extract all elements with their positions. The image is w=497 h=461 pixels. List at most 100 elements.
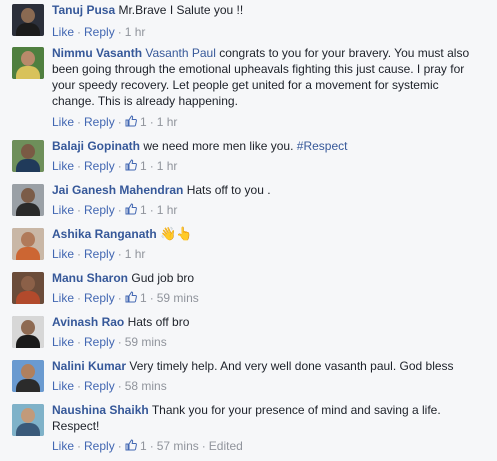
separator: · [77,25,82,39]
separator: · [117,291,122,305]
timestamp[interactable]: 1 hr [125,25,146,39]
like-link[interactable]: Like [52,159,74,173]
reply-link[interactable]: Reply [84,159,115,173]
comment-text: Ashika Ranganath 👋👆 [52,226,482,242]
like-count-value: 1 [140,291,147,305]
comment-body: we need more men like you. [143,139,297,153]
like-count-value: 1 [140,159,147,173]
hashtag-link[interactable]: #Respect [297,139,348,153]
comment-author[interactable]: Balaji Gopinath [52,139,140,153]
avatar[interactable] [12,47,44,79]
timestamp[interactable]: 59 mins [125,335,167,349]
comment-author[interactable]: Avinash Rao [52,315,124,329]
comment-author[interactable]: Nimmu Vasanth [52,46,142,60]
avatar[interactable] [12,184,44,216]
comment-body: Hats off to you . [186,183,271,197]
mention-link[interactable]: Vasanth Paul [145,46,216,60]
like-link[interactable]: Like [52,439,74,453]
avatar[interactable] [12,316,44,348]
like-link[interactable]: Like [52,203,74,217]
comment-author[interactable]: Jai Ganesh Mahendran [52,183,183,197]
like-link[interactable]: Like [52,335,74,349]
comment-author[interactable]: Ashika Ranganath [52,227,157,241]
comment-actions: Like · Reply · 59 mins [52,334,167,350]
like-count[interactable]: 1 [125,159,147,173]
avatar[interactable] [12,140,44,172]
timestamp[interactable]: 1 hr [157,203,178,217]
separator: · [77,335,82,349]
avatar[interactable] [12,404,44,436]
like-link[interactable]: Like [52,291,74,305]
reply-link[interactable]: Reply [84,247,115,261]
comment-author[interactable]: Naushina Shaikh [52,403,149,417]
like-count[interactable]: 1 [125,115,147,129]
emoji-wave-icon: 👋👆 [160,226,193,241]
timestamp[interactable]: 1 hr [157,159,178,173]
thumbs-up-icon [125,439,137,451]
like-link[interactable]: Like [52,379,74,393]
reply-link[interactable]: Reply [84,203,115,217]
comment-body: Gud job bro [131,271,195,285]
timestamp[interactable]: 1 hr [157,115,178,129]
like-count-value: 1 [140,115,147,129]
reply-link[interactable]: Reply [84,115,115,129]
avatar[interactable] [12,228,44,260]
timestamp[interactable]: 58 mins [125,379,167,393]
reply-link[interactable]: Reply [84,439,115,453]
comment-body: Hats off bro [127,315,190,329]
reply-link[interactable]: Reply [84,25,115,39]
like-link[interactable]: Like [52,247,74,261]
comment-actions: Like · Reply · 58 mins [52,378,167,394]
comment-text: Tanuj Pusa Mr.Brave I Salute you !! [52,2,482,18]
comment-text: Balaji Gopinath we need more men like yo… [52,138,482,154]
reply-link[interactable]: Reply [84,379,115,393]
comment-actions: Like · Reply · 1 hr [52,246,145,262]
thumbs-up-icon [125,203,137,215]
like-count[interactable]: 1 [125,291,147,305]
like-count[interactable]: 1 [125,439,147,453]
reply-link[interactable]: Reply [84,335,115,349]
separator: · [149,291,154,305]
comment-actions: Like · Reply · 1 · 59 mins [52,290,199,306]
separator: · [117,379,122,393]
comment-text: Nimmu Vasanth Vasanth Paul congrats to y… [52,45,482,109]
separator: · [117,159,122,173]
thumbs-up-icon [125,291,137,303]
avatar[interactable] [12,4,44,36]
comment-author[interactable]: Nalini Kumar [52,359,126,373]
comment-text: Jai Ganesh Mahendran Hats off to you . [52,182,482,198]
avatar[interactable] [12,272,44,304]
separator: · [77,247,82,261]
separator: · [117,203,122,217]
comment-text: Naushina Shaikh Thank you for your prese… [52,402,482,434]
comment-text: Manu Sharon Gud job bro [52,270,482,286]
like-link[interactable]: Like [52,25,74,39]
separator: · [77,439,82,453]
comment-actions: Like · Reply · 1 · 1 hr [52,114,177,130]
comment-body: Mr.Brave I Salute you !! [118,3,244,17]
timestamp[interactable]: 59 mins [157,291,199,305]
thumbs-up-icon [125,115,137,127]
like-link[interactable]: Like [52,115,74,129]
reply-link[interactable]: Reply [84,291,115,305]
separator: · [117,439,122,453]
separator: · [149,439,154,453]
comment-author[interactable]: Tanuj Pusa [52,3,115,17]
separator: · [201,439,206,453]
comment-body: Very timely help. And very well done vas… [129,359,454,373]
like-count[interactable]: 1 [125,203,147,217]
avatar[interactable] [12,360,44,392]
separator: · [117,25,122,39]
comment-author[interactable]: Manu Sharon [52,271,128,285]
comment-actions: Like · Reply · 1 · 1 hr [52,202,177,218]
edited-label[interactable]: Edited [209,439,243,453]
comment-list: Tanuj Pusa Mr.Brave I Salute you !! Like… [0,0,497,461]
separator: · [77,203,82,217]
like-count-value: 1 [140,203,147,217]
separator: · [117,115,122,129]
separator: · [117,247,122,261]
comment-actions: Like · Reply · 1 · 1 hr [52,158,177,174]
timestamp[interactable]: 1 hr [125,247,146,261]
timestamp[interactable]: 57 mins [157,439,199,453]
separator: · [149,159,154,173]
